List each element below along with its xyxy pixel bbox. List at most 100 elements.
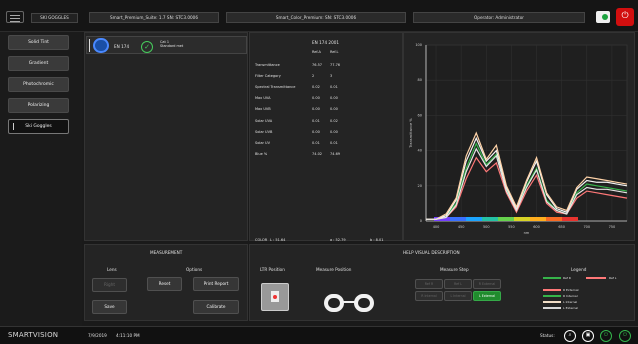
spectrum-band (530, 217, 546, 221)
results-row-label: Blue % (255, 151, 268, 156)
calibrate-button[interactable]: Calibrate (193, 300, 239, 314)
chart-x-tick-label: 700 (583, 225, 590, 229)
standard-label: EN 174 (114, 44, 130, 49)
spectrum-band (482, 217, 498, 221)
legend-label: Ref R (563, 276, 571, 280)
chart-y-tick-label: 20 (418, 184, 422, 188)
color-l: L : 51.64 (270, 238, 286, 242)
results-cell: 74.02 (312, 151, 323, 156)
results-row-label: Solar UVA (255, 118, 273, 123)
legend-item: L Internal (543, 300, 585, 305)
results-row-label: Filter Category (255, 74, 281, 79)
smartvision-logo: SMARTVISION (8, 331, 59, 339)
results-cell: 0.00 (330, 129, 338, 134)
results-row-label: Spectral Transmittance (255, 85, 296, 90)
left-lens-icon (324, 294, 344, 312)
sidebar-item-gradient[interactable]: Gradient (8, 56, 69, 71)
lens-status-panel (84, 32, 248, 241)
ltr-position-label: LTR Position (260, 267, 285, 272)
results-cell: 76.57 (312, 63, 323, 67)
measure-step-l-external[interactable]: L External (473, 291, 501, 301)
compass-icon[interactable]: ⌕ (564, 330, 576, 342)
sidebar-item-polarizing[interactable]: Polarizing (8, 98, 69, 113)
spectrum-band (450, 217, 466, 221)
toggle-knob-icon (602, 14, 608, 20)
legend-title: Legend (571, 267, 587, 272)
lens-label: Lens (107, 267, 117, 272)
sidebar-item-solid-tint[interactable]: Solid Tint (8, 35, 69, 50)
check-icon: ✓ (141, 41, 153, 53)
results-header-2: Ref.L (330, 50, 339, 54)
results-cell: 2 (312, 74, 315, 79)
eu-flag-icon (93, 38, 109, 53)
reset-button[interactable]: Reset (147, 277, 182, 291)
results-title: EN 174 2001 (312, 40, 340, 45)
results-cell: 0.01 (330, 140, 338, 145)
menu-icon[interactable] (6, 11, 24, 23)
measure-position-label: Measure Position (316, 267, 352, 272)
legend-label: L External (563, 306, 579, 310)
color-b: b : 8.01 (370, 238, 384, 242)
results-row-label: Max UVB (255, 107, 271, 112)
results-cell: 77.76 (330, 63, 341, 67)
chart-x-tick-label: 450 (458, 225, 465, 229)
sidebar-item-photochromic[interactable]: Photochromic (8, 77, 69, 92)
printer-icon[interactable]: ▣ (582, 330, 594, 342)
legend-item: Ref L (586, 276, 630, 281)
chart-y-tick-label: 60 (418, 113, 422, 117)
chart-plot-area (425, 44, 628, 222)
legend-swatch (543, 307, 561, 309)
legend-label: R Internal (563, 294, 578, 298)
chart-y-axis-label: Transmittance % (409, 118, 413, 149)
right-lens-icon (354, 294, 374, 312)
measure-step-ref-l[interactable]: Ref L (444, 279, 472, 289)
power-icon[interactable]: ⏻ (600, 330, 612, 342)
position-marker-icon (273, 295, 277, 299)
measure-step-r-external[interactable]: R External (473, 279, 501, 289)
right-button[interactable]: Right (92, 278, 127, 292)
chart-y-tick-label: 0 (420, 219, 422, 223)
legend-item: Ref R (543, 276, 585, 281)
legend-swatch (543, 289, 561, 291)
spectrum-band (498, 217, 514, 221)
brand-tab[interactable]: SKI GOGGLES (31, 13, 78, 23)
legend-item: R Internal (543, 294, 585, 299)
results-cell: 0.01 (312, 140, 320, 145)
legend-swatch (586, 277, 606, 279)
toggle-icon[interactable] (596, 11, 610, 23)
results-cell: 0.01 (330, 85, 338, 90)
chart-x-tick-label: 600 (533, 225, 540, 229)
status-label: Standard met (160, 44, 184, 48)
power-icon[interactable]: ⏻ (616, 8, 634, 26)
chart-y-tick-label: 100 (415, 43, 422, 47)
results-header-1: Ref.A (312, 50, 321, 54)
chart-x-tick-label: 550 (508, 225, 515, 229)
legend-label: L Internal (563, 300, 578, 304)
sidebar-item-ski-goggles[interactable]: Ski Goggles (8, 119, 69, 134)
results-cell: 3 (330, 74, 333, 79)
measure-step-r-internal[interactable]: R Internal (415, 291, 443, 301)
ltr-device-icon (261, 283, 289, 311)
spectrum-band (546, 217, 562, 221)
save-button[interactable]: Save (92, 300, 127, 314)
power-icon[interactable]: ⏻ (619, 330, 631, 342)
measure-step-ref-r[interactable]: Ref R (415, 279, 443, 289)
chart-y-tick-label: 80 (418, 78, 422, 82)
legend-swatch (543, 301, 561, 303)
measure-step-l-internal[interactable]: L Internal (444, 291, 472, 301)
top-bar: SKI GOGGLES Smart_Premium_Suite: 1.7 SN:… (0, 0, 638, 32)
legend-item: R External (543, 288, 585, 293)
lens-status-card: EN 174 ✓ Cat 1 Standard met (86, 36, 247, 54)
footer-date: 7/9/2019 (88, 333, 107, 338)
glasses-icon (324, 293, 376, 313)
footer: SMARTVISION 7/9/2019 4:11:10 PM Status: … (0, 326, 638, 344)
results-cell: 0.00 (312, 129, 320, 134)
results-cell: 0.02 (330, 118, 338, 123)
results-cell: 0.01 (312, 118, 320, 123)
results-cell: 0.02 (312, 85, 320, 90)
results-row-label: Solar UV (255, 140, 270, 145)
spectrum-band (514, 217, 530, 221)
print-report-button[interactable]: Print Report (193, 277, 239, 291)
color-a: a : 52.79 (330, 238, 346, 242)
spectral-chart: 0 20 40 60 80 100 400 450 500 550 600 650 700 750 nm Tr… (409, 43, 628, 235)
